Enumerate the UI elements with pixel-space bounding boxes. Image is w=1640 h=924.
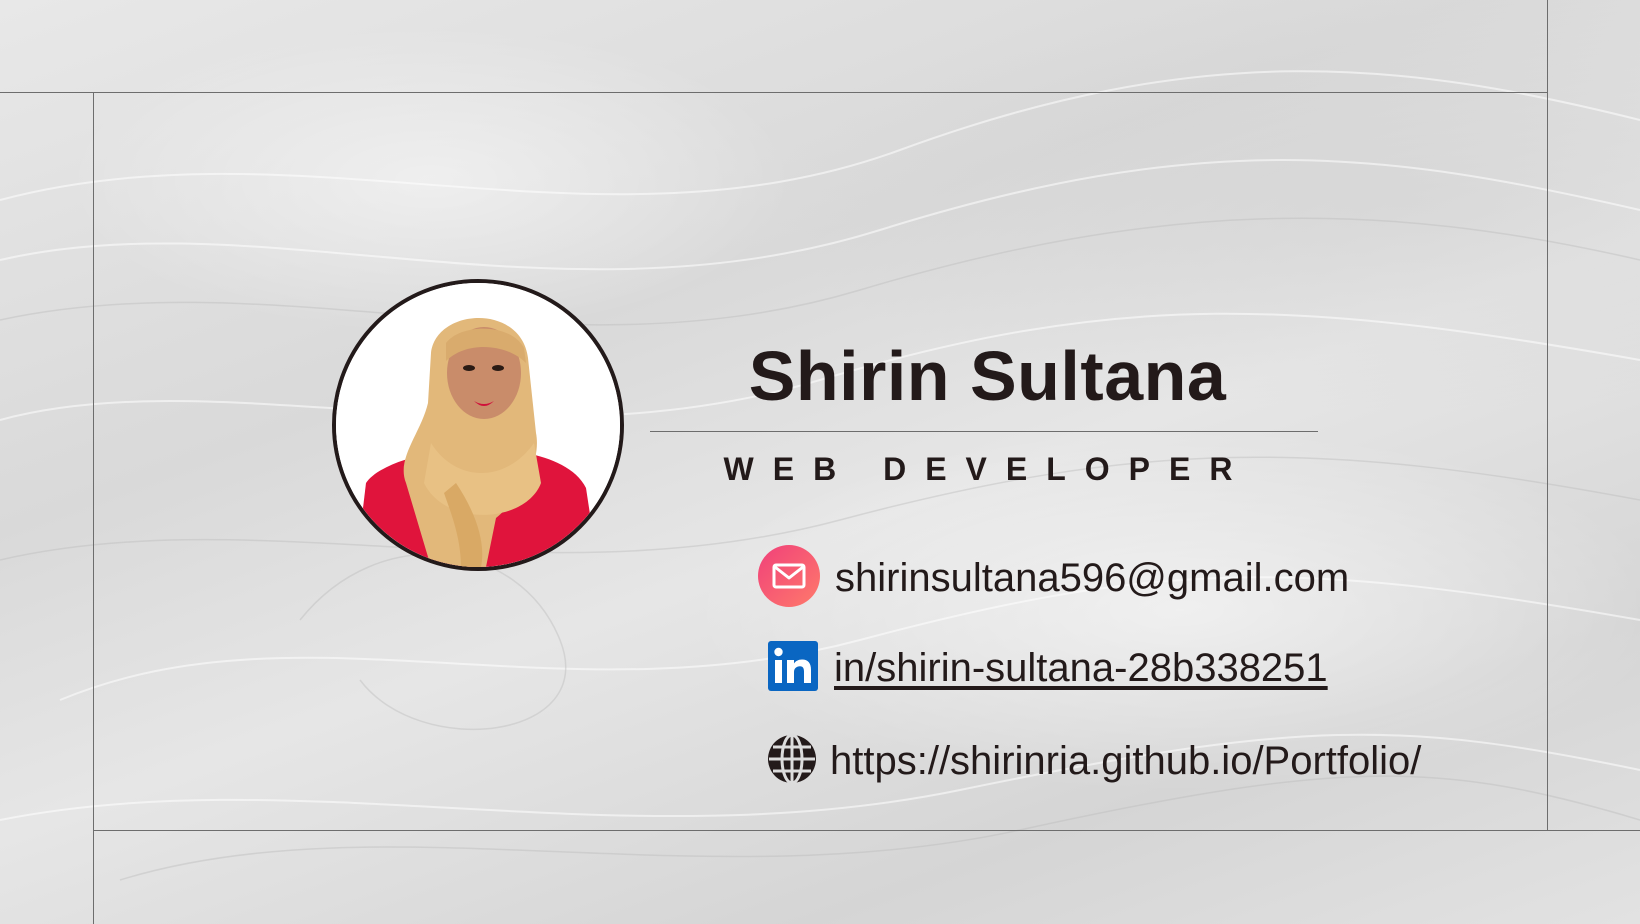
job-title: WEB DEVELOPER bbox=[723, 451, 1252, 487]
frame-line-right bbox=[1547, 0, 1548, 831]
linkedin-profile-link[interactable]: in/shirin-sultana-28b338251 bbox=[834, 646, 1328, 691]
frame-line-left bbox=[93, 92, 94, 924]
profile-photo bbox=[332, 279, 624, 571]
frame-line-top bbox=[0, 92, 1548, 93]
person-name: Shirin Sultana bbox=[748, 337, 1227, 415]
frame-line-bottom bbox=[93, 830, 1640, 831]
email-row[interactable]: shirinsultana596@gmail.com bbox=[758, 544, 1349, 608]
linkedin-row[interactable]: in/shirin-sultana-28b338251 bbox=[768, 638, 1328, 698]
mail-icon bbox=[758, 544, 820, 612]
website-row[interactable]: https://shirinria.github.io/Portfolio/ bbox=[766, 731, 1421, 791]
linkedin-icon bbox=[768, 640, 818, 696]
email-address[interactable]: shirinsultana596@gmail.com bbox=[835, 556, 1349, 601]
website-url[interactable]: https://shirinria.github.io/Portfolio/ bbox=[830, 739, 1421, 784]
name-divider bbox=[650, 431, 1318, 432]
globe-icon bbox=[766, 733, 818, 790]
